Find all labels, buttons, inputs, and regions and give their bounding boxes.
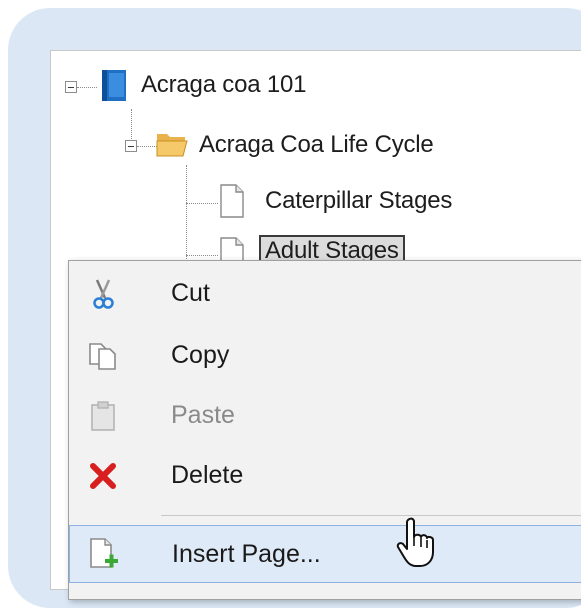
insert-page-icon [88, 538, 120, 570]
menu-separator [161, 515, 581, 516]
tree-connector [186, 203, 218, 204]
menu-item-label: Insert Page... [172, 540, 321, 568]
window-frame: Acraga coa 101 Acraga Coa Life Cycle Cat… [8, 8, 581, 608]
menu-item-paste[interactable]: Paste [69, 387, 581, 445]
menu-item-delete[interactable]: Delete [69, 447, 581, 505]
menu-item-label: Delete [171, 461, 244, 489]
folder-open-icon [155, 129, 191, 164]
menu-item-label: Cut [171, 279, 210, 307]
scissors-icon [87, 278, 119, 310]
delete-x-icon [87, 460, 119, 492]
tree-connector [186, 255, 218, 256]
copy-icon [87, 340, 119, 372]
tree-item-page[interactable]: Caterpillar Stages [265, 186, 452, 216]
collapse-toggle[interactable] [65, 81, 77, 93]
tree-connector [77, 87, 97, 88]
tree-item-section[interactable]: Acraga Coa Life Cycle [199, 130, 434, 160]
tree-item-notebook[interactable]: Acraga coa 101 [141, 70, 307, 100]
hand-pointer-cursor-icon [396, 517, 436, 574]
menu-item-label: Paste [171, 401, 235, 429]
page-icon [219, 184, 245, 223]
collapse-toggle[interactable] [125, 140, 137, 152]
notebook-icon [99, 69, 129, 108]
tree-connector [186, 165, 187, 265]
menu-item-label: Copy [171, 341, 230, 369]
paste-icon [87, 400, 119, 432]
context-menu: Cut Copy Paste Delete Insert Page... [68, 260, 581, 600]
menu-item-insert-page[interactable]: Insert Page... [69, 525, 581, 583]
menu-item-copy[interactable]: Copy [69, 327, 581, 385]
menu-item-cut[interactable]: Cut [69, 265, 581, 323]
